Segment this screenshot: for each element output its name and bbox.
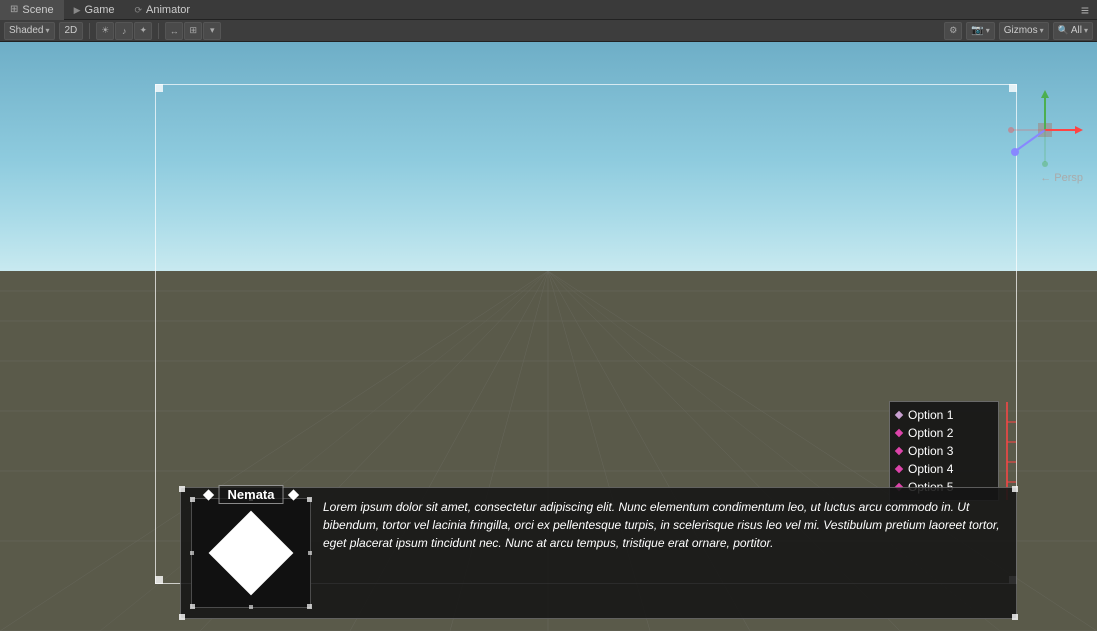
char-corner-tr bbox=[307, 497, 312, 502]
char-handle-left bbox=[190, 551, 194, 555]
gizmo-axes bbox=[1005, 90, 1085, 170]
search-icon: 🔍 bbox=[1058, 25, 1069, 36]
grid-icon-button[interactable]: ⊞ bbox=[184, 22, 202, 40]
scene-viewport[interactable]: ← Persp Option 1 Option 2 Option 3 Optio… bbox=[0, 42, 1097, 631]
toolbar-right-group: ⚙ 📷 Gizmos 🔍 All bbox=[944, 22, 1093, 40]
option-item-2[interactable]: Option 2 bbox=[896, 424, 992, 442]
gizmos-dropdown[interactable]: Gizmos bbox=[999, 22, 1049, 40]
dialog-text-area: Lorem ipsum dolor sit amet, consectetur … bbox=[323, 498, 1002, 552]
camera-icon: 📷 bbox=[971, 25, 983, 36]
hamburger-icon[interactable]: ≡ bbox=[1081, 2, 1089, 18]
option-diamond-icon-3 bbox=[895, 447, 903, 455]
gamepad-icon: ▶ bbox=[74, 0, 81, 20]
fx-icon-button[interactable]: ✦ bbox=[134, 22, 152, 40]
option-label-4: Option 4 bbox=[908, 462, 953, 476]
tab-animator[interactable]: ⟳ Animator bbox=[124, 0, 200, 20]
char-handle-bottom bbox=[249, 605, 253, 609]
char-corner-bl bbox=[190, 604, 195, 609]
dialog-corner-tr bbox=[1012, 486, 1018, 492]
dialog-corner-br bbox=[1012, 614, 1018, 620]
tab-game[interactable]: ▶ Game bbox=[64, 0, 125, 20]
nemata-diamond-left bbox=[203, 489, 214, 500]
icon-button-group-2: ↔ ⊞ ▾ bbox=[165, 22, 221, 40]
option-item-1[interactable]: Option 1 bbox=[896, 406, 992, 424]
tab-scene-label: Scene bbox=[22, 0, 53, 20]
shaded-label: Shaded bbox=[9, 25, 43, 36]
menu-bar: ⊞ Scene ▶ Game ⟳ Animator ≡ bbox=[0, 0, 1097, 20]
icon-button-group-1: ☀ ♪ ✦ bbox=[96, 22, 152, 40]
char-corner-tl bbox=[190, 497, 195, 502]
audio-icon-button[interactable]: ♪ bbox=[115, 22, 133, 40]
dropdown-icon-button[interactable]: ▾ bbox=[203, 22, 221, 40]
2d-button[interactable]: 2D bbox=[59, 22, 84, 40]
dialog-corner-tl bbox=[179, 486, 185, 492]
scene-grid-icon: ⊞ bbox=[10, 0, 18, 20]
tab-game-label: Game bbox=[85, 0, 115, 20]
all-label: All bbox=[1071, 25, 1082, 36]
option-diamond-icon-2 bbox=[895, 429, 903, 437]
tools-icon-button[interactable]: ⚙ bbox=[944, 22, 962, 40]
menu-bar-right: ≡ bbox=[1081, 2, 1097, 18]
char-corner-br bbox=[307, 604, 312, 609]
nemata-label-wrap: Nemata bbox=[205, 485, 298, 504]
nemata-diamond-right bbox=[288, 489, 299, 500]
options-popup: Option 1 Option 2 Option 3 Option 4 Opti… bbox=[889, 401, 999, 501]
option-label-2: Option 2 bbox=[908, 426, 953, 440]
dialog-text: Lorem ipsum dolor sit amet, consectetur … bbox=[323, 500, 1000, 550]
separator-2 bbox=[158, 23, 159, 39]
dialog-corner-bl bbox=[179, 614, 185, 620]
all-dropdown[interactable]: 🔍 All bbox=[1053, 22, 1093, 40]
persp-label: ← Persp bbox=[1040, 172, 1083, 184]
gizmos-label: Gizmos bbox=[1004, 25, 1038, 36]
camera-dropdown[interactable]: 📷 bbox=[966, 22, 994, 40]
option-item-4[interactable]: Option 4 bbox=[896, 460, 992, 478]
character-image: Nemata bbox=[191, 498, 311, 608]
tab-animator-label: Animator bbox=[146, 0, 190, 20]
option-label-3: Option 3 bbox=[908, 444, 953, 458]
option-label-1: Option 1 bbox=[908, 408, 953, 422]
shaded-dropdown[interactable]: Shaded bbox=[4, 22, 55, 40]
animator-icon: ⟳ bbox=[134, 0, 142, 20]
separator-1 bbox=[89, 23, 90, 39]
option-item-3[interactable]: Option 3 bbox=[896, 442, 992, 460]
character-diamond-icon bbox=[209, 511, 294, 596]
move-icon-button[interactable]: ↔ bbox=[165, 22, 183, 40]
tab-scene[interactable]: ⊞ Scene bbox=[0, 0, 64, 20]
2d-label: 2D bbox=[65, 25, 78, 36]
nemata-name-label: Nemata bbox=[219, 485, 284, 504]
char-handle-right bbox=[308, 551, 312, 555]
light-icon-button[interactable]: ☀ bbox=[96, 22, 114, 40]
option-diamond-icon-1 bbox=[895, 411, 903, 419]
dialog-card: Nemata Lorem ipsum dolor sit amet, conse… bbox=[180, 487, 1017, 619]
scene-toolbar: Shaded 2D ☀ ♪ ✦ ↔ ⊞ ▾ ⚙ 📷 Gizmos 🔍 All bbox=[0, 20, 1097, 42]
option-diamond-icon-4 bbox=[895, 465, 903, 473]
